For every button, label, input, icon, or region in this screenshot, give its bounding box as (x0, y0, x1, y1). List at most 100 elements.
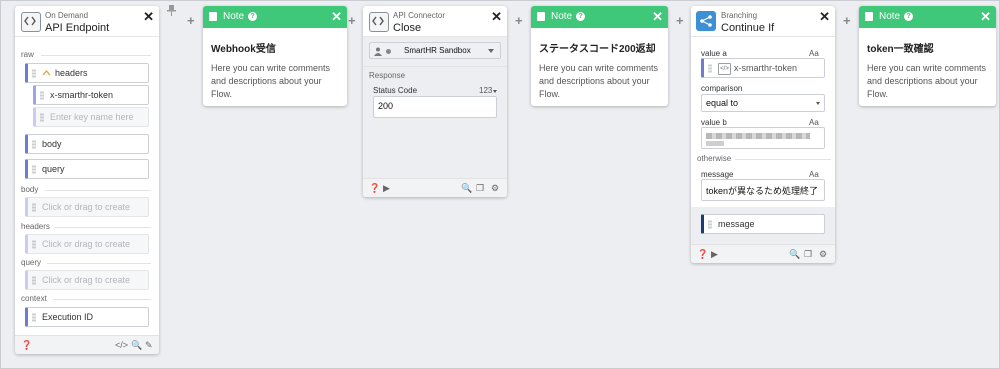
divider (363, 66, 507, 67)
type-badge[interactable]: Aa (809, 118, 819, 127)
type-badge[interactable]: 123 (479, 86, 492, 95)
add-step-button[interactable]: + (843, 13, 851, 28)
type-badge[interactable]: Aa (809, 49, 819, 58)
card-title: Continue If (721, 22, 775, 34)
field-label: body (42, 139, 62, 149)
drag-handle-icon[interactable] (32, 203, 36, 212)
drag-handle-icon[interactable] (708, 64, 712, 73)
add-step-button[interactable]: + (515, 13, 523, 28)
field-placeholder: Enter key name here (50, 112, 134, 122)
pin-icon[interactable] (167, 5, 176, 19)
value-b-label: value b (701, 118, 727, 127)
add-step-button[interactable]: + (187, 13, 195, 28)
drag-handle-icon[interactable] (32, 276, 36, 285)
copy-icon[interactable]: ❐ (804, 249, 812, 260)
drag-handle-icon[interactable] (40, 113, 44, 122)
drag-handle-icon[interactable] (32, 240, 36, 249)
note-card[interactable]: Note ? ✕ Webhook受信 Here you can write co… (203, 6, 347, 106)
branching-card[interactable]: Branching Continue If ✕ value a Aa </> x… (691, 6, 835, 263)
otherwise-label: otherwise (697, 154, 732, 163)
query-field[interactable]: query (25, 159, 149, 179)
note-icon (865, 12, 873, 21)
drag-handle-icon[interactable] (40, 91, 44, 100)
card-header: Branching Continue If ✕ (691, 6, 835, 37)
help-icon[interactable]: ❓ (697, 249, 708, 260)
redacted-value (706, 133, 810, 139)
drag-handle-icon[interactable] (708, 220, 712, 229)
code-view-icon[interactable]: </> (115, 340, 128, 350)
query-drop-zone[interactable]: Click or drag to create (25, 270, 149, 290)
gear-icon[interactable]: ⚙ (491, 183, 499, 194)
note-description[interactable]: Here you can write comments and descript… (867, 62, 992, 101)
edit-icon[interactable]: ✎ (145, 340, 153, 351)
gear-icon[interactable]: ⚙ (819, 249, 827, 260)
execution-id-field[interactable]: Execution ID (25, 307, 149, 327)
note-card[interactable]: Note ? ✕ ステータスコード200返却 Here you can writ… (531, 6, 668, 106)
close-icon[interactable]: ✕ (143, 9, 154, 25)
message-value: tokenが異なるため処理終了 (706, 186, 819, 196)
body-drop-zone[interactable]: Click or drag to create (25, 197, 149, 217)
api-endpoint-card[interactable]: On Demand API Endpoint ✕ raw headers x-s… (15, 6, 159, 354)
play-icon[interactable]: ▶ (383, 183, 390, 194)
close-icon[interactable]: ✕ (819, 9, 830, 25)
chevron-down-icon (493, 90, 497, 93)
search-icon[interactable]: 🔍 (461, 183, 472, 194)
note-icon (209, 12, 217, 21)
add-step-button[interactable]: + (348, 13, 356, 28)
close-icon[interactable]: ✕ (980, 9, 991, 25)
search-icon[interactable]: 🔍 (131, 340, 142, 351)
note-title[interactable]: Webhook受信 (211, 40, 276, 55)
note-card[interactable]: Note ? ✕ token一致確認 Here you can write co… (859, 6, 996, 106)
note-description[interactable]: Here you can write comments and descript… (539, 62, 664, 101)
card-subtitle: API Connector (393, 11, 446, 20)
value-a-field[interactable]: </> x-smarthr-token (701, 58, 825, 78)
copy-icon[interactable]: ❐ (476, 183, 484, 194)
comparison-value: equal to (706, 98, 739, 108)
help-icon[interactable]: ? (576, 12, 585, 21)
headers-drop-zone[interactable]: Click or drag to create (25, 234, 149, 254)
message-output-field[interactable]: message (701, 214, 825, 234)
help-icon[interactable]: ? (248, 12, 257, 21)
chevron-up-icon[interactable] (42, 70, 51, 76)
note-title[interactable]: ステータスコード200返却 (539, 40, 656, 55)
card-footer: ❓ ▶ 🔍 ❐ ⚙ (691, 244, 835, 263)
divider (47, 263, 151, 264)
type-badge[interactable]: Aa (809, 170, 819, 179)
play-icon[interactable]: ▶ (711, 249, 718, 260)
divider (45, 190, 151, 191)
drag-handle-icon[interactable] (32, 140, 36, 149)
add-step-button[interactable]: + (676, 13, 684, 28)
body-field[interactable]: body (25, 134, 149, 154)
x-smarthr-token-field[interactable]: x-smarthr-token (33, 85, 149, 105)
close-icon[interactable]: ✕ (491, 9, 502, 25)
section-query: query (21, 258, 42, 267)
drag-handle-icon[interactable] (32, 165, 36, 174)
note-description[interactable]: Here you can write comments and descript… (211, 62, 341, 101)
enter-key-name-field[interactable]: Enter key name here (33, 107, 149, 127)
account-select[interactable]: SmartHR Sandbox (369, 42, 501, 59)
chevron-down-icon (488, 49, 494, 53)
section-raw: raw (21, 50, 34, 59)
note-title[interactable]: token一致確認 (867, 40, 934, 55)
value-b-input[interactable] (701, 127, 825, 149)
card-header: On Demand API Endpoint ✕ (15, 6, 159, 37)
status-code-input[interactable]: 200 (373, 96, 497, 118)
divider (41, 55, 151, 56)
api-connector-card[interactable]: API Connector Close ✕ SmartHR Sandbox Re… (363, 6, 507, 197)
help-icon[interactable]: ❓ (21, 340, 32, 351)
search-icon[interactable]: 🔍 (789, 249, 800, 260)
divider (55, 227, 151, 228)
code-icon (21, 12, 41, 32)
close-icon[interactable]: ✕ (331, 9, 342, 25)
help-icon[interactable]: ? (904, 12, 913, 21)
card-title: API Endpoint (45, 22, 110, 34)
drag-handle-icon[interactable] (32, 69, 36, 78)
drag-handle-icon[interactable] (32, 313, 36, 322)
close-icon[interactable]: ✕ (652, 9, 663, 25)
comparison-select[interactable]: equal to (701, 94, 825, 112)
message-input[interactable]: tokenが異なるため処理終了 (701, 179, 825, 201)
account-name: SmartHR Sandbox (404, 46, 471, 55)
help-icon[interactable]: ❓ (369, 183, 380, 194)
headers-field[interactable]: headers (25, 63, 149, 83)
divider (735, 159, 831, 160)
